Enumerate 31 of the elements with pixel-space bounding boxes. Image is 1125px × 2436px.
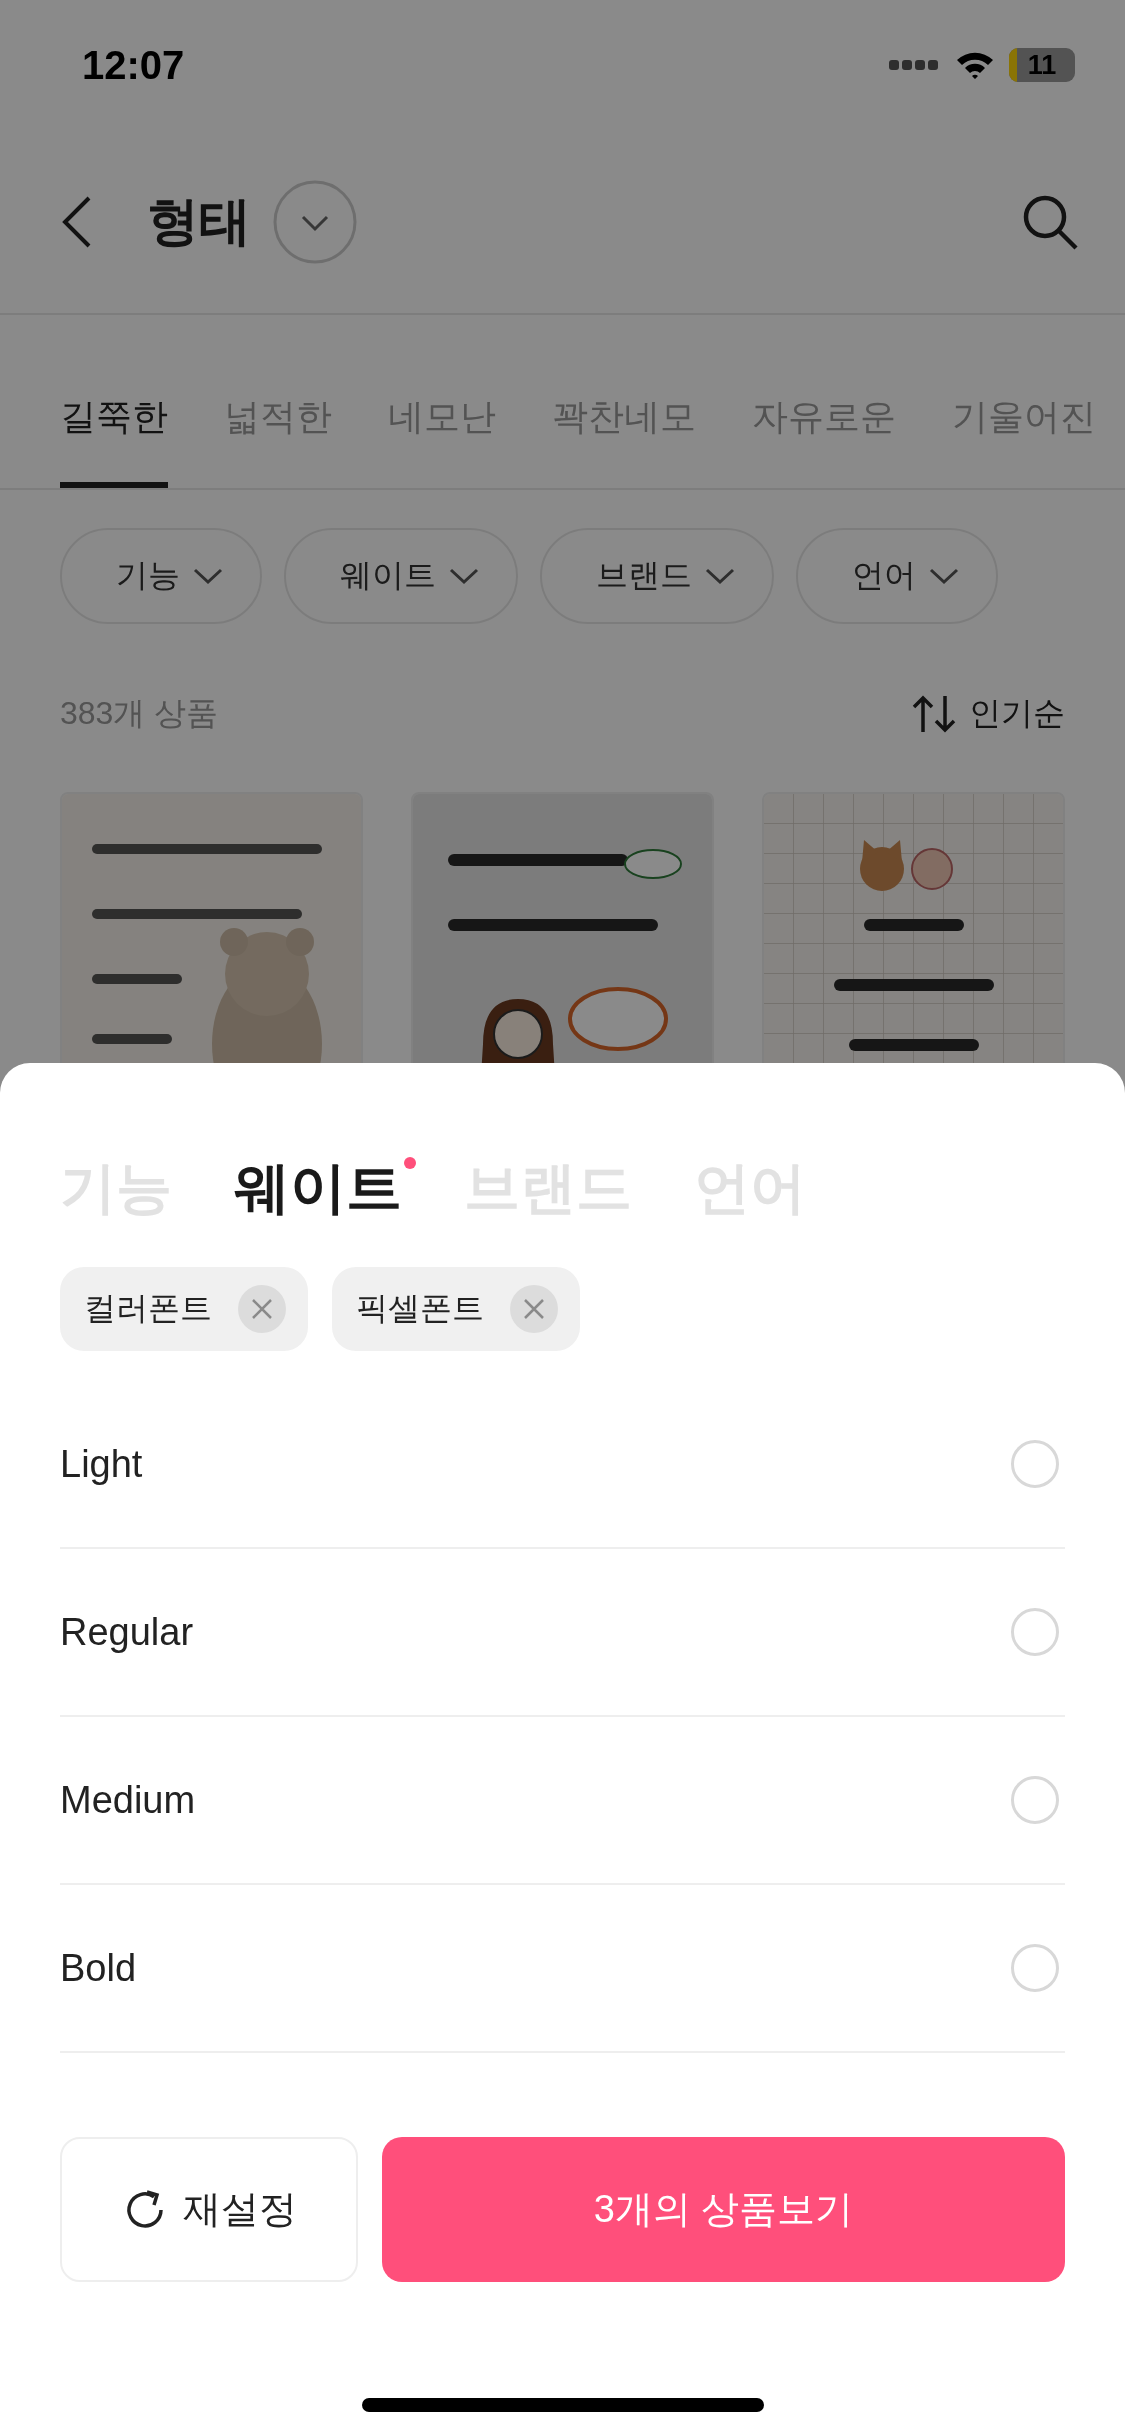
filter-dropdown[interactable]: 언어	[796, 528, 998, 624]
chip-label: 픽셀폰트	[356, 1289, 484, 1328]
radio-button[interactable]	[1011, 1944, 1059, 1992]
category-tab[interactable]: 길쭉한	[60, 393, 168, 488]
radio-button[interactable]	[1011, 1440, 1059, 1488]
option-label[interactable]: Regular	[60, 1610, 194, 1654]
back-icon[interactable]	[62, 195, 92, 248]
radio-button[interactable]	[1011, 1776, 1059, 1824]
option-label[interactable]: Bold	[60, 1946, 137, 1990]
sort-button[interactable]: 인기순	[969, 692, 1065, 736]
wifi-icon	[955, 50, 995, 80]
option-label[interactable]: Medium	[60, 1778, 196, 1822]
status-time: 12:07	[82, 42, 185, 88]
chip-label: 컬러폰트	[84, 1289, 212, 1328]
battery-icon: 11	[1009, 48, 1075, 82]
radio-button[interactable]	[1011, 1608, 1059, 1656]
caret-icon	[192, 566, 224, 586]
caret-icon	[448, 566, 480, 586]
caret-icon	[928, 566, 960, 586]
option-label[interactable]: Light	[60, 1442, 143, 1486]
signal-icon	[889, 58, 941, 72]
filter-dropdown[interactable]: 기능	[60, 528, 262, 624]
filter-dropdown[interactable]: 웨이트	[284, 528, 518, 624]
reset-button[interactable]: 재설정	[60, 2137, 358, 2282]
filter-dropdown[interactable]: 브랜드	[540, 528, 774, 624]
remove-icon[interactable]	[238, 1285, 286, 1333]
page-title: 형태	[147, 190, 251, 252]
remove-icon[interactable]	[510, 1285, 558, 1333]
caret-icon	[704, 566, 736, 586]
apply-button[interactable]: 3개의 상품보기	[382, 2137, 1065, 2282]
filter-tab[interactable]: 웨이트	[234, 1151, 402, 1227]
